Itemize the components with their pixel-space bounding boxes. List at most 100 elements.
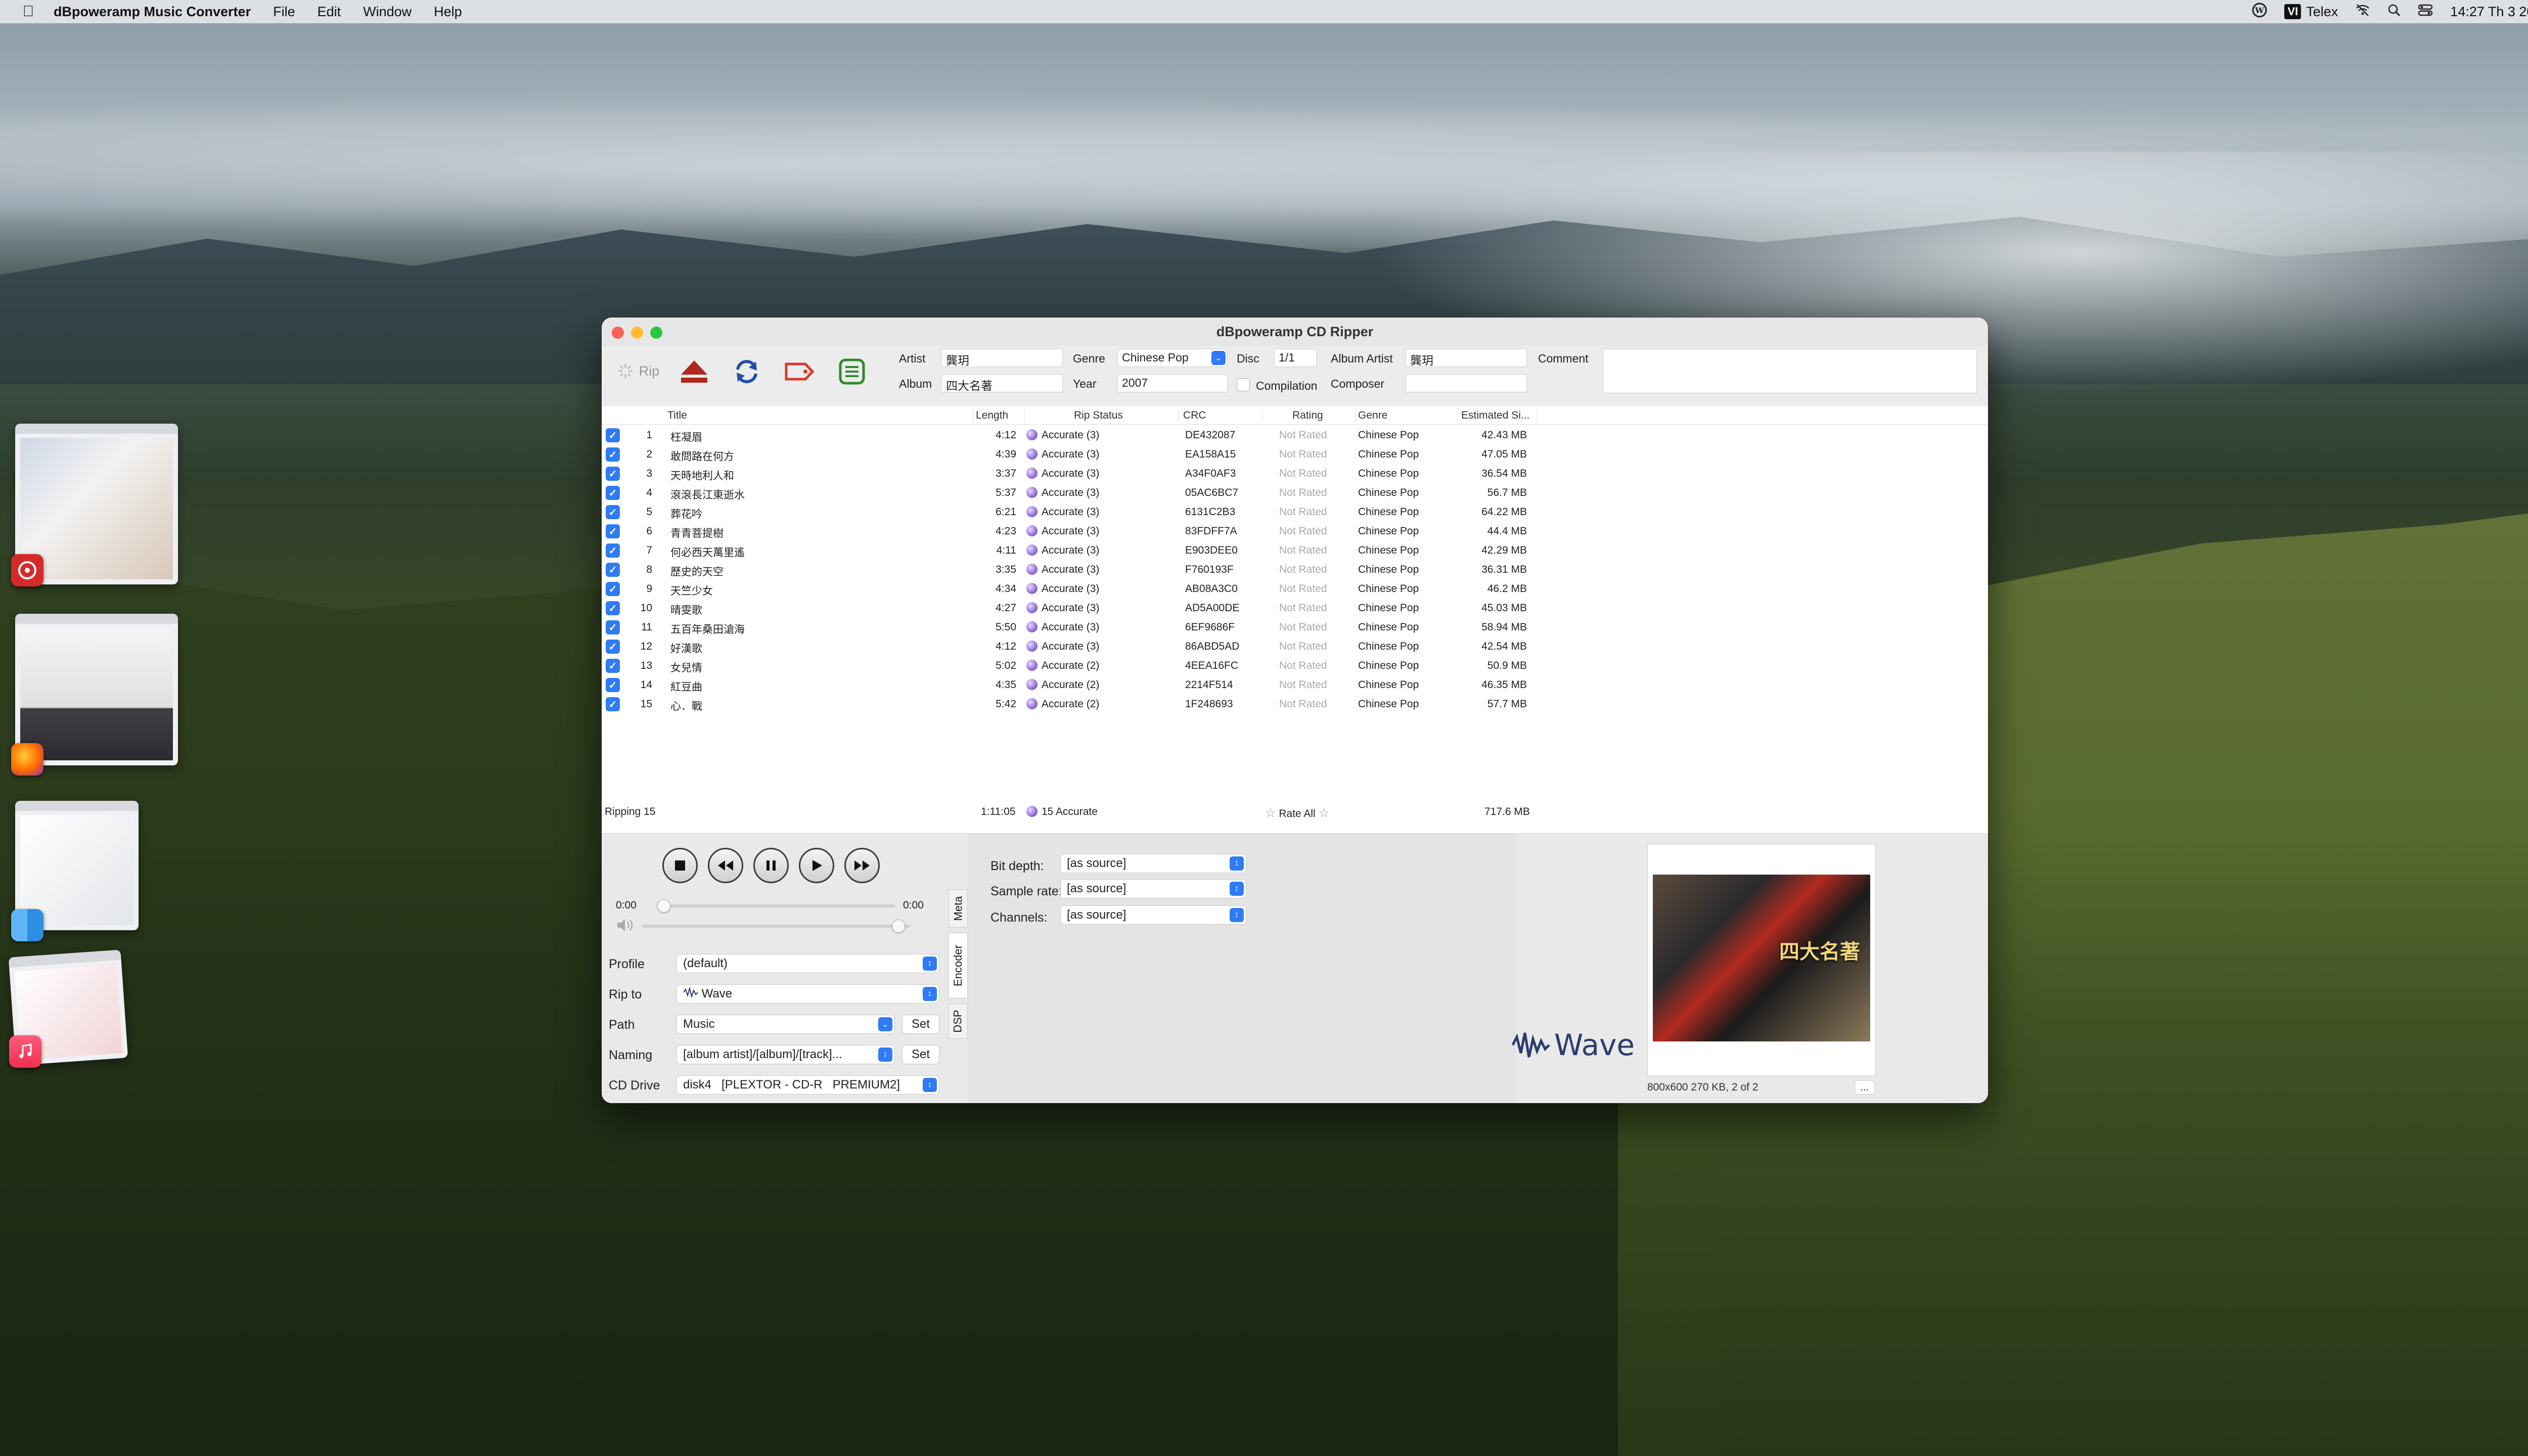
table-row[interactable]: ✓ 15 心．戰 5:42 Accurate (2) 1F248693 Not Rated C… [602, 695, 1988, 714]
track-rating[interactable]: Not Rated [1279, 698, 1327, 710]
app-menu[interactable]: dBpoweramp Music Converter [54, 4, 251, 20]
table-row[interactable]: ✓ 13 女兒情 5:02 Accurate (2) 4EEA16FC Not Rated C… [602, 656, 1988, 675]
path-select[interactable]: Music ⌄ [676, 1015, 895, 1034]
column-genre[interactable]: Genre [1358, 410, 1387, 422]
track-rating[interactable]: Not Rated [1279, 544, 1327, 557]
track-checkbox[interactable]: ✓ [606, 524, 620, 538]
seek-slider[interactable] [657, 899, 895, 913]
window-titlebar[interactable]: dBpoweramp CD Ripper [602, 317, 1988, 346]
disc-field[interactable]: 1/1 [1274, 349, 1317, 367]
table-row[interactable]: ✓ 14 紅豆曲 4:35 Accurate (2) 2214F514 Not Rated C… [602, 675, 1988, 695]
apple-menu-icon[interactable]:  [18, 3, 38, 20]
options-list-button[interactable] [834, 354, 870, 389]
table-row[interactable]: ✓ 3 天時地利人和 3:37 Accurate (3) A34F0AF3 Not Rate… [602, 464, 1988, 483]
genre-select[interactable]: Chinese Pop ⌄ [1117, 349, 1228, 367]
volume-slider[interactable] [642, 920, 910, 933]
column-rating[interactable]: Rating [1292, 410, 1323, 422]
naming-set-button[interactable]: Set [902, 1045, 939, 1064]
table-row[interactable]: ✓ 5 葬花吟 6:21 Accurate (3) 6131C2B3 Not Rated Ch… [602, 503, 1988, 522]
track-rating[interactable]: Not Rated [1279, 679, 1327, 691]
table-row[interactable]: ✓ 7 何必西天萬里遙 4:11 Accurate (3) E903DEE0 Not Rat… [602, 541, 1988, 560]
track-checkbox[interactable]: ✓ [606, 678, 620, 692]
app-icon-1[interactable] [11, 554, 43, 586]
menu-file[interactable]: File [273, 4, 295, 20]
compilation-checkbox[interactable] [1237, 378, 1250, 391]
track-rating[interactable]: Not Rated [1279, 602, 1327, 614]
wifi-off-icon[interactable] [2355, 4, 2370, 20]
track-rating[interactable]: Not Rated [1279, 506, 1327, 518]
column-title[interactable]: Title [667, 410, 687, 422]
column-rip-status[interactable]: Rip Status [1074, 410, 1123, 422]
track-rating[interactable]: Not Rated [1279, 564, 1327, 576]
rate-all-button[interactable]: ☆ Rate All ☆ [1265, 806, 1329, 821]
rewind-button[interactable] [708, 848, 743, 883]
column-estimated-size[interactable]: Estimated Si... [1461, 410, 1529, 422]
album-field[interactable]: 四大名著 [941, 374, 1063, 392]
track-checkbox[interactable]: ✓ [606, 543, 620, 558]
play-button[interactable] [799, 848, 834, 883]
table-row[interactable]: ✓ 8 歷史的天空 3:35 Accurate (3) F760193F Not Rated… [602, 560, 1988, 579]
profile-select[interactable]: (default) ↕ [676, 954, 939, 973]
album-art-frame[interactable]: 四大名著 [1647, 844, 1876, 1076]
composer-field[interactable] [1406, 374, 1527, 392]
sample-rate-select[interactable]: [as source] ↕ [1060, 879, 1246, 898]
channels-select[interactable]: [as source] ↕ [1060, 905, 1246, 925]
track-checkbox[interactable]: ✓ [606, 640, 620, 654]
table-row[interactable]: ✓ 12 好漢歌 4:12 Accurate (3) 86ABD5AD Not Rated C… [602, 637, 1988, 656]
path-set-button[interactable]: Set [902, 1015, 939, 1034]
track-checkbox[interactable]: ✓ [606, 601, 620, 615]
table-row[interactable]: ✓ 1 枉凝眉 4:12 Accurate (3) DE432087 Not Rated Ch… [602, 426, 1988, 445]
table-row[interactable]: ✓ 6 青青菩提樹 4:23 Accurate (3) 83FDFF7A Not Rated… [602, 522, 1988, 541]
seek-slider-knob[interactable] [657, 899, 670, 913]
album-art-more-button[interactable]: ... [1855, 1080, 1875, 1095]
music-icon[interactable] [9, 1035, 41, 1068]
close-window-button[interactable] [612, 327, 624, 339]
bit-depth-select[interactable]: [as source] ↕ [1060, 854, 1246, 873]
track-rating[interactable]: Not Rated [1279, 641, 1327, 653]
input-method[interactable]: VI Telex [2284, 4, 2338, 20]
volume-slider-knob[interactable] [891, 920, 905, 933]
track-checkbox[interactable]: ✓ [606, 486, 620, 500]
track-rating[interactable]: Not Rated [1279, 621, 1327, 633]
artist-field[interactable]: 龔玥 [941, 349, 1063, 367]
table-row[interactable]: ✓ 11 五百年桑田滄海 5:50 Accurate (3) 6EF9686F Not Ra… [602, 618, 1988, 637]
album-artist-field[interactable]: 龔玥 [1406, 349, 1527, 367]
year-field[interactable]: 2007 [1117, 374, 1228, 392]
track-rating[interactable]: Not Rated [1279, 468, 1327, 480]
stop-button[interactable] [662, 848, 698, 883]
naming-select[interactable]: [album artist]/[album]/[track]... ↕ [676, 1045, 895, 1064]
pause-button[interactable] [753, 848, 789, 883]
track-checkbox[interactable]: ✓ [606, 505, 620, 519]
track-checkbox[interactable]: ✓ [606, 447, 620, 462]
track-checkbox[interactable]: ✓ [606, 659, 620, 673]
wordpress-icon[interactable]: W [2252, 3, 2267, 21]
cd-drive-select[interactable]: disk4 [PLEXTOR - CD-R PREMIUM2] ↕ [676, 1075, 939, 1095]
tab-dsp[interactable]: DSP [949, 1004, 968, 1039]
track-rating[interactable]: Not Rated [1279, 448, 1327, 461]
tag-button[interactable] [782, 354, 817, 389]
track-checkbox[interactable]: ✓ [606, 563, 620, 577]
track-rating[interactable]: Not Rated [1279, 583, 1327, 595]
zoom-window-button[interactable] [650, 327, 662, 339]
rip-button[interactable]: Rip [608, 356, 668, 386]
track-rating[interactable]: Not Rated [1279, 660, 1327, 672]
fast-forward-button[interactable] [844, 848, 880, 883]
table-row[interactable]: ✓ 4 滾滾長江東逝水 5:37 Accurate (3) 05AC6BC7 Not Rat… [602, 483, 1988, 503]
track-checkbox[interactable]: ✓ [606, 620, 620, 634]
column-crc[interactable]: CRC [1183, 410, 1206, 422]
menu-help[interactable]: Help [434, 4, 462, 20]
track-rating[interactable]: Not Rated [1279, 525, 1327, 537]
track-rating[interactable]: Not Rated [1279, 487, 1327, 499]
search-icon[interactable] [2387, 4, 2401, 20]
comment-field[interactable] [1603, 349, 1977, 393]
track-checkbox[interactable]: ✓ [606, 467, 620, 481]
menu-edit[interactable]: Edit [318, 4, 341, 20]
firefox-icon[interactable] [11, 743, 43, 776]
track-checkbox[interactable]: ✓ [606, 428, 620, 442]
table-row[interactable]: ✓ 2 敢問路在何方 4:39 Accurate (3) EA158A15 Not Rate… [602, 445, 1988, 464]
finder-icon[interactable] [11, 909, 43, 941]
column-length[interactable]: Length [976, 410, 1008, 422]
control-center-icon[interactable] [2418, 4, 2433, 20]
track-checkbox[interactable]: ✓ [606, 582, 620, 596]
stage-window-2[interactable] [15, 614, 178, 765]
